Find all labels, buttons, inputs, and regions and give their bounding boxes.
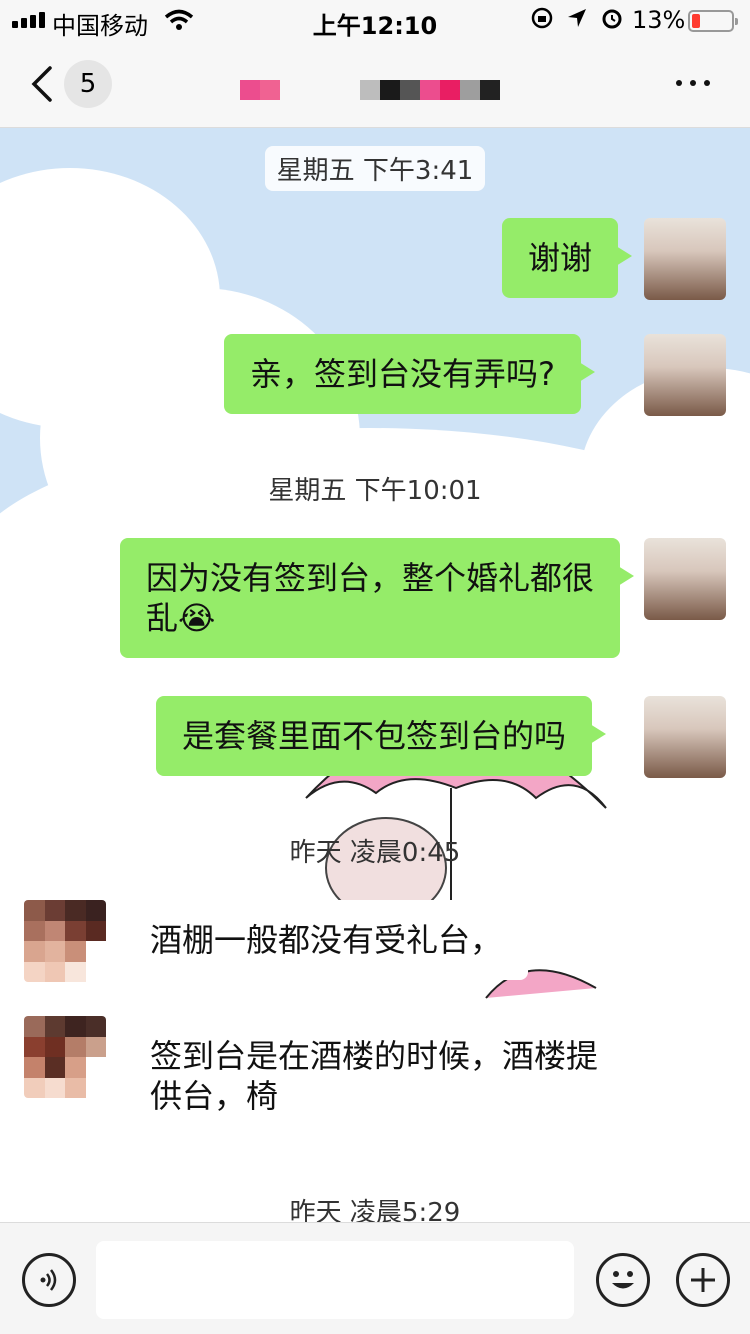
timestamp: 星期五 下午3:41 (0, 146, 750, 191)
chat-area[interactable]: 星期五 下午3:41 谢谢 亲，签到台没有弄吗? 星期五 下午10:01 因为没… (0, 128, 750, 1222)
crying-emoji-icon: 😭 (178, 599, 216, 637)
more-dots-icon[interactable] (676, 80, 710, 86)
message-input[interactable] (96, 1241, 574, 1319)
message-bubble-sent[interactable]: 是套餐里面不包签到台的吗 (156, 696, 607, 776)
avatar[interactable] (644, 538, 726, 620)
message-bubble-received[interactable]: 签到台是在酒楼的时候，酒楼提供台，椅 (110, 1016, 624, 1136)
message-bubble-sent[interactable]: 谢谢 (502, 218, 633, 298)
message-bubble-sent[interactable]: 因为没有签到台，整个婚礼都很乱😭 (120, 538, 634, 658)
location-icon (568, 9, 586, 27)
input-bar (0, 1222, 750, 1334)
emoji-icon[interactable] (596, 1253, 650, 1307)
message-bubble-received[interactable]: 酒棚一般都没有受礼台， (109, 900, 529, 980)
avatar[interactable] (24, 1016, 106, 1098)
chevron-left-icon[interactable] (30, 64, 54, 104)
timestamp: 昨天 凌晨5:29 (289, 1198, 461, 1222)
timestamp: 昨天 凌晨0:45 (289, 838, 461, 868)
avatar[interactable] (24, 900, 106, 982)
unread-count-badge[interactable]: 5 (64, 60, 112, 108)
avatar[interactable] (644, 334, 726, 416)
redacted-title (240, 80, 280, 100)
avatar[interactable] (644, 696, 726, 778)
plus-icon[interactable] (676, 1253, 730, 1307)
rotation-lock-icon (531, 7, 553, 29)
voice-icon[interactable] (22, 1253, 76, 1307)
battery-icon (688, 10, 738, 32)
alarm-icon (602, 9, 622, 29)
nav-bar: 5 (0, 40, 750, 128)
message-bubble-sent[interactable]: 亲，签到台没有弄吗? (224, 334, 595, 414)
status-bar: 中国移动 上午12:10 13% (0, 0, 750, 40)
avatar[interactable] (644, 218, 726, 300)
battery-percent: 13% (632, 6, 686, 34)
redacted-title (360, 80, 500, 100)
timestamp: 星期五 下午10:01 (268, 476, 482, 506)
